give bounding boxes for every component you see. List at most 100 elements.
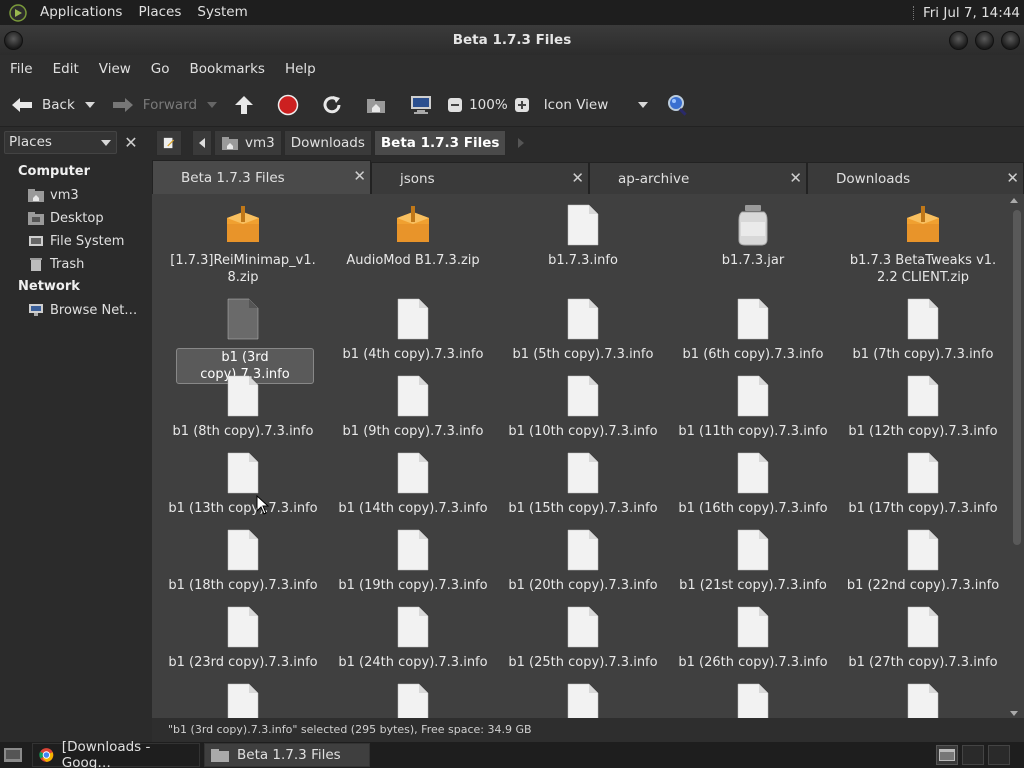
file-item[interactable]: b1 (22nd copy).7.3.info bbox=[838, 529, 1008, 609]
close-tab-icon[interactable]: ✕ bbox=[789, 171, 802, 186]
zoom-level[interactable]: 100% bbox=[467, 88, 510, 122]
file-item[interactable]: [1.7.3]ReiMinimap_v1. 8.zip bbox=[158, 204, 328, 285]
file-item[interactable] bbox=[158, 683, 328, 718]
back-history-dropdown-icon[interactable] bbox=[84, 101, 95, 108]
file-item[interactable]: b1 (9th copy).7.3.info bbox=[328, 375, 498, 455]
toggle-location-entry-button[interactable] bbox=[156, 130, 182, 156]
file-item[interactable]: b1 (7th copy).7.3.info bbox=[838, 298, 1008, 378]
menu-go[interactable]: Go bbox=[141, 61, 180, 77]
sidebar-item-desktop[interactable]: Desktop bbox=[28, 208, 104, 228]
tab-downloads[interactable]: Downloads ✕ bbox=[807, 162, 1024, 194]
places-menu[interactable]: Places bbox=[130, 0, 189, 25]
gnome-foot-icon[interactable] bbox=[8, 3, 28, 23]
forward-history-dropdown-icon[interactable] bbox=[207, 101, 218, 108]
workspace-3[interactable] bbox=[988, 745, 1010, 765]
taskbar-item-downloads[interactable]: [Downloads - Goog… bbox=[32, 739, 200, 768]
file-item[interactable]: b1.7.3.info bbox=[498, 204, 668, 284]
scrollbar-thumb[interactable] bbox=[1013, 210, 1021, 545]
zoom-in-button[interactable] bbox=[510, 88, 534, 122]
close-sidebar-icon[interactable]: ✕ bbox=[121, 133, 141, 153]
file-icon-view[interactable]: [1.7.3]ReiMinimap_v1. 8.zip AudioMod B1.7.… bbox=[152, 194, 1024, 718]
file-item[interactable]: b1 (18th copy).7.3.info bbox=[158, 529, 328, 609]
stop-button[interactable] bbox=[273, 88, 303, 122]
file-item[interactable]: b1 (10th copy).7.3.info bbox=[498, 375, 668, 455]
taskbar-item-beta-files[interactable]: Beta 1.7.3 Files bbox=[204, 743, 370, 767]
maximize-button[interactable] bbox=[975, 31, 994, 50]
computer-button[interactable] bbox=[405, 88, 437, 122]
file-item[interactable] bbox=[838, 683, 1008, 718]
path-segment-vm3[interactable]: vm3 bbox=[214, 130, 282, 156]
reload-button[interactable] bbox=[317, 88, 347, 122]
file-item[interactable]: b1 (15th copy).7.3.info bbox=[498, 452, 668, 532]
file-item[interactable]: b1.7.3.jar bbox=[668, 204, 838, 284]
path-scroll-right-icon[interactable] bbox=[518, 138, 525, 148]
scroll-down-icon[interactable] bbox=[1010, 711, 1018, 716]
file-item[interactable]: b1 (3rd copy).7.3.info bbox=[158, 298, 328, 384]
sidebar-item-browse-network[interactable]: Browse Net… bbox=[28, 300, 137, 320]
zoom-out-button[interactable] bbox=[443, 88, 467, 122]
file-item[interactable]: b1 (25th copy).7.3.info bbox=[498, 606, 668, 686]
clock[interactable]: Fri Jul 7, 14:44 bbox=[923, 5, 1020, 21]
file-item[interactable]: b1 (23rd copy).7.3.info bbox=[158, 606, 328, 686]
system-menu[interactable]: System bbox=[189, 0, 255, 25]
view-mode-select[interactable]: Icon View bbox=[540, 88, 653, 122]
document-icon bbox=[397, 452, 429, 494]
file-item[interactable]: b1 (12th copy).7.3.info bbox=[838, 375, 1008, 455]
file-item[interactable] bbox=[668, 683, 838, 718]
file-item[interactable]: b1 (11th copy).7.3.info bbox=[668, 375, 838, 455]
file-item[interactable]: b1 (26th copy).7.3.info bbox=[668, 606, 838, 686]
tab-jsons[interactable]: jsons ✕ bbox=[371, 162, 589, 194]
file-item[interactable]: b1 (17th copy).7.3.info bbox=[838, 452, 1008, 532]
file-item[interactable]: b1 (24th copy).7.3.info bbox=[328, 606, 498, 686]
file-item[interactable]: b1 (8th copy).7.3.info bbox=[158, 375, 328, 455]
file-item[interactable]: b1 (21st copy).7.3.info bbox=[668, 529, 838, 609]
file-item[interactable]: b1 (16th copy).7.3.info bbox=[668, 452, 838, 532]
top-panel: Applications Places System Fri Jul 7, 14… bbox=[0, 0, 1024, 25]
close-tab-icon[interactable]: ✕ bbox=[353, 169, 366, 184]
sidebar-item-file-system[interactable]: File System bbox=[28, 231, 124, 251]
menu-help[interactable]: Help bbox=[275, 61, 326, 77]
menu-file[interactable]: File bbox=[0, 61, 43, 77]
path-segment-current[interactable]: Beta 1.7.3 Files bbox=[373, 130, 507, 156]
tab-ap-archive[interactable]: ap-archive ✕ bbox=[589, 162, 807, 194]
home-button[interactable] bbox=[361, 88, 391, 122]
window-titlebar[interactable]: Beta 1.7.3 Files bbox=[0, 25, 1024, 55]
file-item[interactable]: b1 (6th copy).7.3.info bbox=[668, 298, 838, 378]
sidebar-item-trash[interactable]: Trash bbox=[28, 254, 84, 274]
menu-view[interactable]: View bbox=[89, 61, 141, 77]
file-item[interactable]: b1 (13th copy).7.3.info bbox=[158, 452, 328, 532]
applications-menu[interactable]: Applications bbox=[32, 0, 130, 25]
workspace-switcher[interactable] bbox=[936, 745, 958, 765]
file-item[interactable]: AudioMod B1.7.3.zip bbox=[328, 204, 498, 284]
file-name: [1.7.3]ReiMinimap_v1. bbox=[170, 253, 316, 268]
menu-bookmarks[interactable]: Bookmarks bbox=[180, 61, 275, 77]
file-item[interactable]: b1.7.3 BetaTweaks v1. 2.2 CLIENT.zip bbox=[838, 204, 1008, 285]
tab-beta-files[interactable]: Beta 1.7.3 Files ✕ bbox=[152, 160, 371, 194]
file-item[interactable]: b1 (5th copy).7.3.info bbox=[498, 298, 668, 378]
path-scroll-left-button[interactable] bbox=[192, 130, 212, 156]
close-tab-icon[interactable]: ✕ bbox=[1006, 171, 1019, 186]
edit-location-icon bbox=[163, 137, 175, 149]
scroll-up-icon[interactable] bbox=[1010, 198, 1018, 203]
show-desktop-button[interactable] bbox=[0, 743, 26, 767]
sidebar-item-vm3[interactable]: vm3 bbox=[28, 185, 79, 205]
file-item[interactable]: b1 (20th copy).7.3.info bbox=[498, 529, 668, 609]
forward-button[interactable]: Forward bbox=[107, 88, 221, 122]
file-item[interactable]: b1 (4th copy).7.3.info bbox=[328, 298, 498, 378]
file-item[interactable]: b1 (14th copy).7.3.info bbox=[328, 452, 498, 532]
up-button[interactable] bbox=[229, 88, 259, 122]
close-window-button[interactable] bbox=[1001, 31, 1020, 50]
file-item[interactable] bbox=[498, 683, 668, 718]
sidebar-item-label: vm3 bbox=[50, 187, 79, 203]
path-segment-downloads[interactable]: Downloads bbox=[283, 130, 372, 156]
sidebar-type-select[interactable]: Places bbox=[4, 131, 117, 154]
file-item[interactable]: b1 (19th copy).7.3.info bbox=[328, 529, 498, 609]
menu-edit[interactable]: Edit bbox=[43, 61, 89, 77]
workspace-2[interactable] bbox=[962, 745, 984, 765]
file-item[interactable] bbox=[328, 683, 498, 718]
file-item[interactable]: b1 (27th copy).7.3.info bbox=[838, 606, 1008, 686]
minimize-button[interactable] bbox=[949, 31, 968, 50]
close-tab-icon[interactable]: ✕ bbox=[571, 171, 584, 186]
back-button[interactable]: Back bbox=[6, 88, 99, 122]
search-button[interactable] bbox=[662, 88, 694, 122]
